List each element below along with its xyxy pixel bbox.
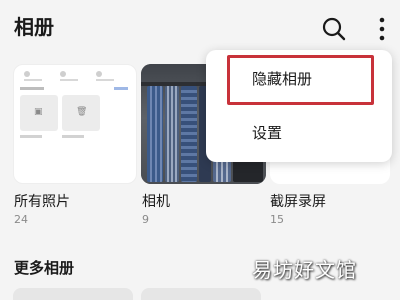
trash-icon: 🗑 — [62, 95, 100, 131]
app-header: 相册 — [0, 0, 400, 56]
album-name: 相机 — [142, 194, 170, 210]
page-title: 相册 — [14, 15, 54, 39]
search-icon[interactable] — [321, 16, 347, 42]
album-card-all-photos[interactable]: ▣ 🗑 — [13, 64, 137, 184]
album-name: 所有照片 — [14, 194, 70, 210]
album-name: 截屏录屏 — [270, 194, 326, 210]
album-card[interactable] — [141, 288, 261, 300]
album-count: 24 — [14, 213, 28, 226]
watermark: 易坊好文馆 — [252, 258, 357, 282]
album-count: 9 — [142, 213, 149, 226]
section-title-more-albums: 更多相册 — [14, 259, 75, 277]
album-card[interactable] — [13, 288, 133, 300]
menu-item-settings[interactable]: 设置 — [206, 108, 392, 158]
album-count: 15 — [270, 213, 284, 226]
image-icon: ▣ — [20, 95, 58, 131]
more-vertical-icon[interactable] — [372, 16, 392, 42]
highlight-annotation — [227, 55, 374, 105]
